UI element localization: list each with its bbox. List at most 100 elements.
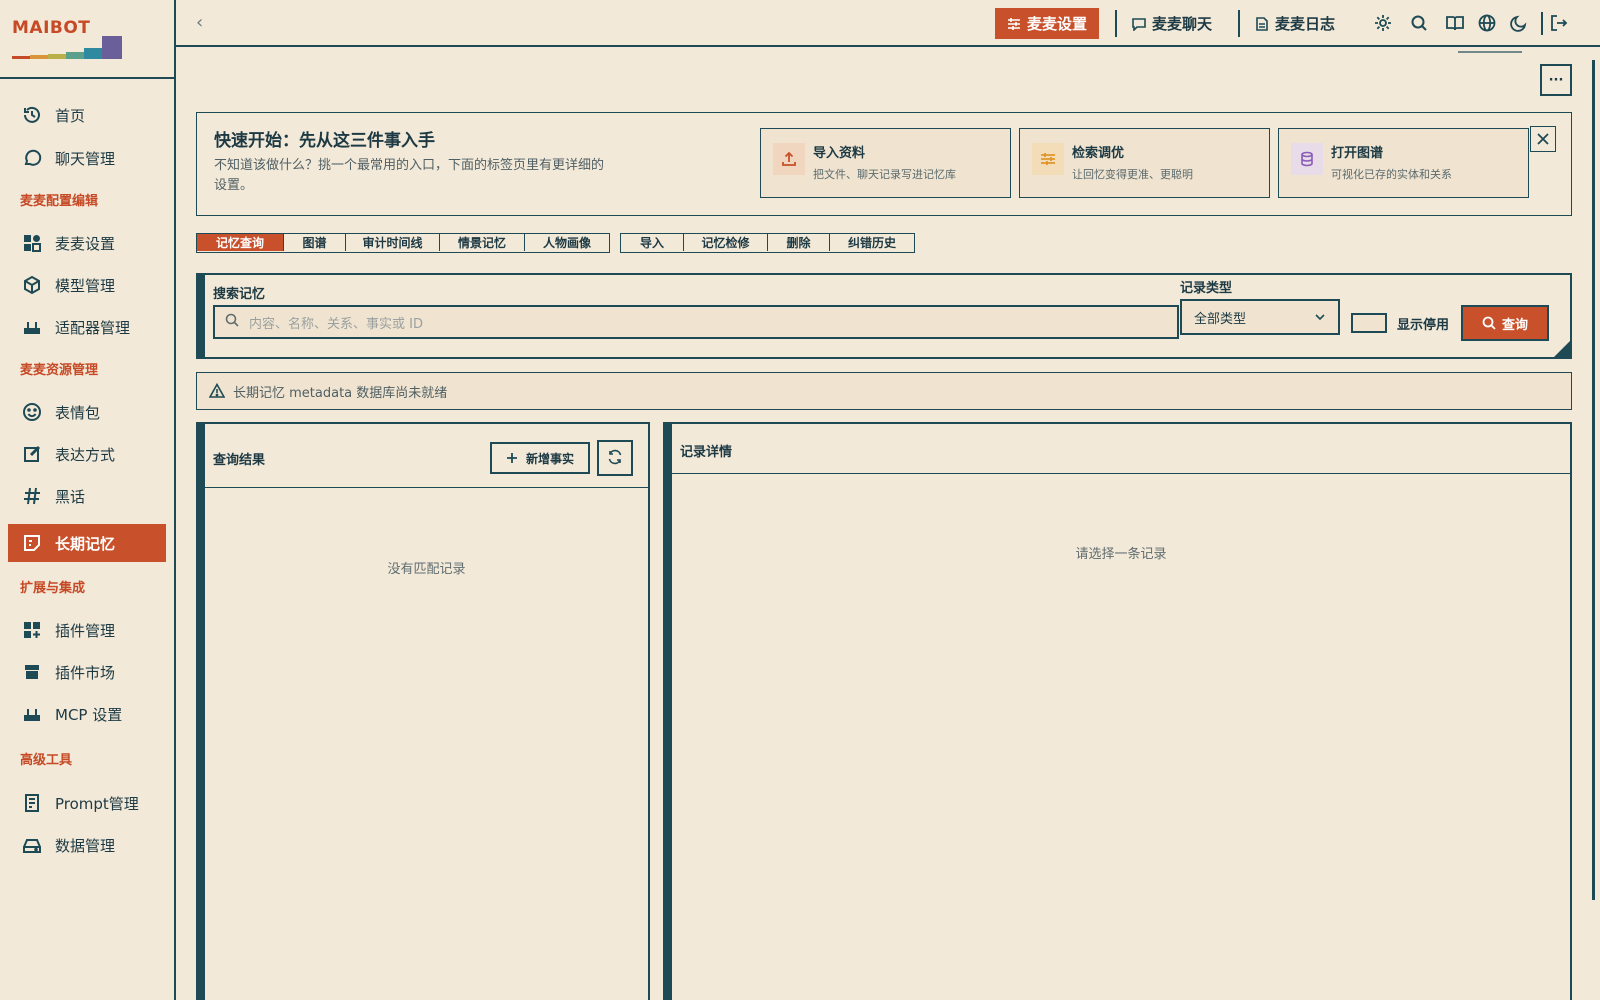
- search-placeholder: 内容、名称、关系、事实或 ID: [249, 316, 423, 332]
- sidebar-item-label: 插件市场: [55, 663, 116, 682]
- cube-icon: [21, 274, 43, 296]
- edit-square-icon: [21, 443, 43, 465]
- router-icon: [21, 703, 43, 725]
- history-icon: [21, 104, 43, 126]
- sidebar-item-plugin-market[interactable]: 插件市场: [8, 653, 166, 691]
- warning-icon: [209, 383, 225, 399]
- sidebar-item-expressions[interactable]: 表达方式: [8, 435, 166, 473]
- sliders-icon: [1032, 143, 1064, 175]
- show-disabled-toggle[interactable]: [1351, 313, 1387, 333]
- brand-bars-graphic: [12, 36, 122, 59]
- quickstart-card-graph[interactable]: 打开图谱 可视化已存的实体和关系: [1278, 128, 1529, 198]
- search-input[interactable]: 内容、名称、关系、事实或 ID: [213, 305, 1179, 339]
- card-title: 导入资料: [813, 146, 866, 161]
- close-icon[interactable]: [1530, 126, 1556, 152]
- nav-settings-button[interactable]: 麦麦设置: [995, 8, 1100, 39]
- back-icon[interactable]: ‹: [196, 12, 203, 33]
- warning-banner: 长期记忆 metadata 数据库尚未就绪: [196, 372, 1572, 410]
- note-icon: [21, 532, 43, 554]
- globe-icon[interactable]: [1477, 13, 1497, 33]
- logout-icon[interactable]: [1549, 13, 1569, 33]
- sidebar-item-home[interactable]: 首页: [8, 96, 166, 134]
- settings-shapes-icon: [21, 232, 43, 254]
- sidebar-item-label: 首页: [55, 106, 86, 125]
- quickstart-title: 快速开始：先从这三件事入手: [214, 131, 435, 151]
- record-type-select[interactable]: 全部类型: [1180, 299, 1340, 335]
- nav-chat-label: 麦麦聊天: [1152, 15, 1213, 33]
- gear-icon[interactable]: [1373, 13, 1393, 33]
- store-icon: [21, 661, 43, 683]
- sidebar-item-prompt[interactable]: Prompt管理: [8, 784, 166, 822]
- sidebar-item-slang[interactable]: 黑话: [8, 477, 166, 515]
- brand-title: MAIBOT: [12, 18, 91, 38]
- tab-delete[interactable]: 删除: [768, 234, 830, 251]
- tab-memory-query[interactable]: 记忆查询: [197, 234, 284, 251]
- book-icon[interactable]: [1445, 13, 1465, 33]
- sidebar: MAIBOT 首页 聊天管理 麦麦配置编辑 麦麦设置 模型管理 适配器管理 麦麦…: [0, 0, 176, 1000]
- refresh-button[interactable]: [597, 440, 633, 476]
- database-icon: [1291, 143, 1323, 175]
- tab-correction-history[interactable]: 纠错历史: [830, 234, 914, 251]
- document-icon: [21, 792, 43, 814]
- upload-icon: [773, 143, 805, 175]
- topbar-separator: [1115, 10, 1117, 37]
- section-config: 麦麦配置编辑: [20, 194, 99, 209]
- search-icon: [1482, 316, 1496, 330]
- topbar-separator: [1541, 12, 1543, 35]
- sidebar-item-adapters[interactable]: 适配器管理: [8, 308, 166, 346]
- add-fact-label: 新增事实: [525, 451, 574, 466]
- search-icon[interactable]: [1409, 13, 1429, 33]
- sidebar-item-label: 表达方式: [55, 445, 116, 464]
- card-description: 把文件、聊天记录写进记忆库: [813, 168, 956, 181]
- tab-episodic-memory[interactable]: 情景记忆: [440, 234, 525, 251]
- card-title: 打开图谱: [1331, 146, 1384, 161]
- top-bar: ‹ 麦麦设置 麦麦聊天 麦麦日志: [176, 0, 1600, 47]
- sidebar-item-mcp[interactable]: MCP 设置: [8, 695, 166, 733]
- search-icon: [225, 313, 239, 331]
- scrollbar[interactable]: [1592, 60, 1595, 900]
- sidebar-item-label: 插件管理: [55, 621, 116, 640]
- sidebar-item-models[interactable]: 模型管理: [8, 266, 166, 304]
- sidebar-item-label: 模型管理: [55, 276, 116, 295]
- add-fact-button[interactable]: 新增事实: [490, 442, 590, 474]
- sidebar-divider: [0, 77, 174, 79]
- nav-chat-button[interactable]: 麦麦聊天: [1120, 8, 1224, 39]
- details-header: 记录详情: [672, 424, 1570, 474]
- refresh-icon: [607, 449, 623, 468]
- query-button[interactable]: 查询: [1461, 305, 1549, 341]
- results-header: 查询结果 新增事实: [205, 424, 648, 488]
- document-icon: [1255, 16, 1269, 31]
- sidebar-item-label: MCP 设置: [55, 705, 123, 724]
- smile-icon: [21, 401, 43, 423]
- details-panel: 记录详情 请选择一条记录: [663, 422, 1572, 1000]
- tab-memory-repair[interactable]: 记忆检修: [684, 234, 768, 251]
- brand-logo: MAIBOT: [12, 18, 162, 78]
- card-description: 可视化已存的实体和关系: [1331, 168, 1452, 181]
- nav-log-label: 麦麦日志: [1275, 15, 1336, 33]
- card-description: 让回忆变得更准、更聪明: [1072, 168, 1193, 181]
- tab-audit-timeline[interactable]: 审计时间线: [346, 234, 440, 251]
- sidebar-item-stickers[interactable]: 表情包: [8, 393, 166, 431]
- sidebar-item-settings[interactable]: 麦麦设置: [8, 224, 166, 262]
- quickstart-card-import[interactable]: 导入资料 把文件、聊天记录写进记忆库: [760, 128, 1011, 198]
- nav-log-button[interactable]: 麦麦日志: [1243, 8, 1347, 39]
- moon-icon[interactable]: [1509, 13, 1529, 33]
- query-button-label: 查询: [1501, 317, 1528, 333]
- tab-import[interactable]: 导入: [621, 234, 684, 251]
- plus-icon: [506, 452, 518, 464]
- section-resources: 麦麦资源管理: [20, 363, 99, 378]
- card-title: 检索调优: [1072, 146, 1125, 161]
- sidebar-item-label: 表情包: [55, 403, 101, 422]
- topbar-separator: [1238, 10, 1240, 37]
- tab-group-query: 记忆查询 图谱 审计时间线 情景记忆 人物画像: [196, 233, 610, 253]
- chevron-down-icon: [1314, 311, 1326, 327]
- tab-graph[interactable]: 图谱: [284, 234, 346, 251]
- sidebar-item-chat[interactable]: 聊天管理: [8, 139, 166, 177]
- tab-persona[interactable]: 人物画像: [525, 234, 609, 251]
- quickstart-card-retrieval[interactable]: 检索调优 让回忆变得更准、更聪明: [1019, 128, 1270, 198]
- sidebar-item-plugins[interactable]: 插件管理: [8, 611, 166, 649]
- sidebar-item-label: 黑话: [55, 487, 86, 506]
- sidebar-item-data[interactable]: 数据管理: [8, 826, 166, 864]
- sidebar-item-long-term-memory[interactable]: 长期记忆: [8, 524, 166, 562]
- more-options-button[interactable]: ···: [1540, 64, 1572, 96]
